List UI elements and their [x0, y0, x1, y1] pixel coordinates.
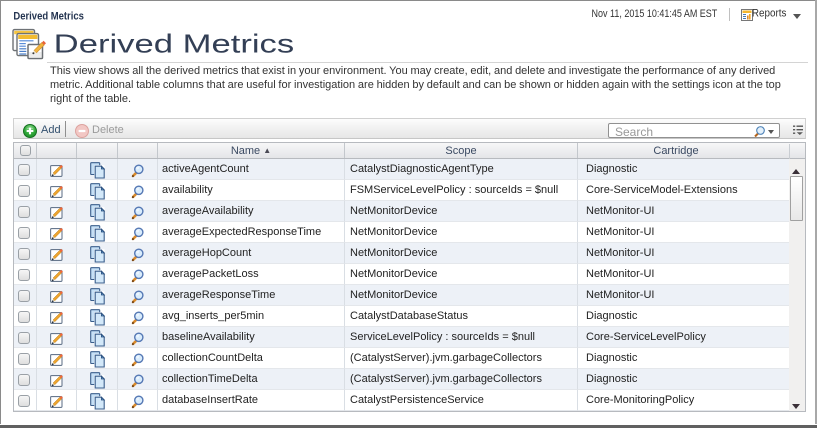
- svg-text:Derived Metrics: Derived Metrics: [54, 30, 295, 58]
- svg-text:Nov 11, 2015 10:41:45 AM EST: Nov 11, 2015 10:41:45 AM EST: [592, 8, 718, 20]
- svg-text:Derived Metrics: Derived Metrics: [13, 10, 84, 22]
- svg-text:Reports: Reports: [752, 8, 787, 20]
